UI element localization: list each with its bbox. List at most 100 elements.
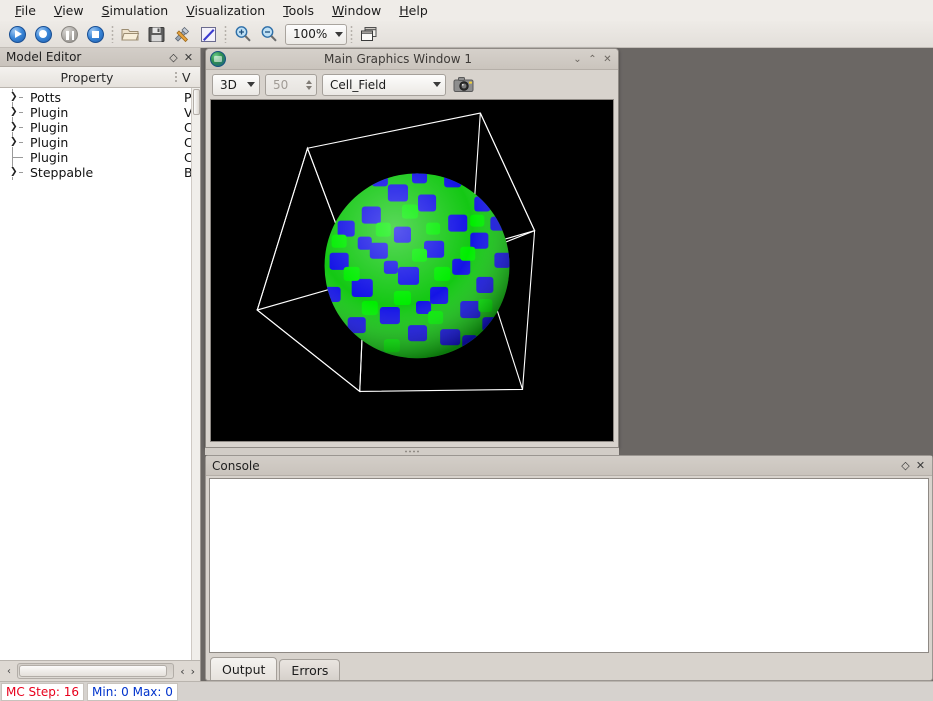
- tree-item-plugin-2[interactable]: ❯Plugin: [0, 120, 191, 135]
- tree-item-plugin-3[interactable]: ❯Plugin: [0, 135, 191, 150]
- camera-icon: [453, 76, 475, 93]
- model-tree-vertical-scrollbar[interactable]: [191, 88, 200, 660]
- console-panel: Console ◇ ✕ Output Errors: [205, 455, 933, 681]
- expand-arrow-icon[interactable]: ❯: [8, 90, 30, 105]
- scrollbar-thumb[interactable]: [19, 665, 167, 677]
- floppy-disk-icon: [148, 26, 165, 43]
- open-folder-icon: [121, 26, 140, 43]
- graphics-canvas-container[interactable]: [210, 99, 614, 442]
- tree-item-plugin-4[interactable]: Plugin: [0, 150, 191, 165]
- graphics-console-splitter[interactable]: [205, 448, 619, 455]
- scroll-left-arrow[interactable]: ‹: [2, 663, 16, 680]
- toolbar-separator: [108, 23, 117, 45]
- graphics-window-titlebar[interactable]: Main Graphics Window 1 ⌄ ⌃ ✕: [206, 49, 618, 70]
- tile-windows-button[interactable]: [356, 22, 382, 46]
- graphics-window-toolbar: 3D 50 Cell_Field: [206, 70, 618, 99]
- min-max-indicator: Min: 0 Max: 0: [87, 683, 178, 701]
- expand-arrow-icon[interactable]: ❯: [8, 135, 30, 150]
- dimension-mode-value: 3D: [220, 78, 241, 92]
- stop-simulation-button[interactable]: [82, 22, 108, 46]
- scrollbar-thumb[interactable]: [193, 89, 200, 115]
- screenshot-button[interactable]: [451, 74, 477, 96]
- magnifier-minus-icon: [260, 25, 278, 43]
- console-title: Console: [212, 459, 898, 473]
- status-bar: MC Step: 16 Min: 0 Max: 0: [0, 681, 933, 701]
- dimension-mode-combobox[interactable]: 3D: [212, 74, 260, 96]
- model-editor-title: Model Editor: [6, 50, 166, 64]
- tree-item-label: Steppable: [30, 165, 191, 180]
- notepad-pencil-icon: [200, 26, 217, 43]
- console-float-button[interactable]: ◇: [898, 458, 913, 473]
- tree-item-label: Plugin: [30, 120, 191, 135]
- open-editor-button[interactable]: [195, 22, 221, 46]
- menu-help[interactable]: Help: [390, 1, 437, 20]
- menu-file[interactable]: File: [6, 1, 45, 20]
- expand-arrow-icon[interactable]: ❯: [8, 105, 30, 120]
- tree-item-label: Potts: [30, 90, 191, 105]
- configure-button[interactable]: [169, 22, 195, 46]
- model-editor-close-button[interactable]: ✕: [181, 50, 196, 65]
- cell-field-3d-render[interactable]: [211, 100, 613, 432]
- tree-item-label: Plugin: [30, 150, 191, 165]
- tab-next-button[interactable]: ›: [188, 665, 198, 678]
- zoom-in-button[interactable]: [230, 22, 256, 46]
- field-select-combobox[interactable]: Cell_Field: [322, 74, 446, 96]
- field-select-value: Cell_Field: [330, 78, 427, 92]
- zoom-out-button[interactable]: [256, 22, 282, 46]
- console-output-area[interactable]: [209, 478, 929, 653]
- model-editor-column-header: Property V: [0, 67, 200, 88]
- console-close-button[interactable]: ✕: [913, 458, 928, 473]
- menu-view[interactable]: View: [45, 1, 93, 20]
- application-window: File View Simulation Visualization Tools…: [0, 0, 933, 701]
- open-file-button[interactable]: [117, 22, 143, 46]
- model-tree-container: ❯Potts❯Plugin❯Plugin❯PluginPlugin❯Steppa…: [0, 88, 200, 660]
- save-button[interactable]: [143, 22, 169, 46]
- tab-output[interactable]: Output: [210, 657, 277, 680]
- slice-index-value: 50: [273, 78, 299, 92]
- tree-item-plugin-1[interactable]: ❯Plugin: [0, 105, 191, 120]
- main-toolbar: 100%: [0, 21, 933, 48]
- main-graphics-window[interactable]: Main Graphics Window 1 ⌄ ⌃ ✕ 3D 50 Cell_…: [205, 48, 619, 448]
- chevron-down-icon: [433, 82, 441, 87]
- tree-item-label: Plugin: [30, 105, 191, 120]
- graphics-minimize-button[interactable]: ⌄: [570, 52, 585, 67]
- model-editor-bottom-bar: ‹ ‹ ›: [0, 660, 200, 681]
- circle-icon: [35, 26, 52, 43]
- console-tab-bar: Output Errors: [206, 653, 932, 680]
- model-editor-float-button[interactable]: ◇: [166, 50, 181, 65]
- model-editor-titlebar: Model Editor ◇ ✕: [0, 48, 200, 67]
- menu-visualization[interactable]: Visualization: [177, 1, 274, 20]
- dock-tab-navigation: ‹ ›: [175, 665, 198, 678]
- toolbar-separator: [347, 23, 356, 45]
- run-simulation-button[interactable]: [4, 22, 30, 46]
- column-header-value[interactable]: V: [178, 70, 200, 85]
- menu-window[interactable]: Window: [323, 1, 390, 20]
- tree-item-potts-0[interactable]: ❯Potts: [0, 90, 191, 105]
- graphics-window-title: Main Graphics Window 1: [226, 52, 570, 66]
- step-simulation-button[interactable]: [30, 22, 56, 46]
- menu-tools[interactable]: Tools: [274, 1, 323, 20]
- wrench-screwdriver-icon: [173, 26, 191, 43]
- column-header-property[interactable]: Property: [0, 70, 174, 85]
- expand-arrow-icon[interactable]: ❯: [8, 120, 30, 135]
- tile-windows-icon: [360, 26, 378, 42]
- tree-item-steppable-5[interactable]: ❯Steppable: [0, 165, 191, 180]
- slice-index-spinbox: 50: [265, 74, 317, 96]
- pause-simulation-button: [56, 22, 82, 46]
- menu-simulation[interactable]: Simulation: [93, 1, 178, 20]
- toolbar-separator: [221, 23, 230, 45]
- magnifier-plus-icon: [234, 25, 252, 43]
- zoom-level-combobox[interactable]: 100%: [285, 24, 347, 45]
- model-tree-horizontal-scrollbar[interactable]: [17, 663, 174, 679]
- graphics-close-button[interactable]: ✕: [600, 52, 615, 67]
- model-tree[interactable]: ❯Potts❯Plugin❯Plugin❯PluginPlugin❯Steppa…: [0, 88, 191, 660]
- tab-prev-button[interactable]: ‹: [177, 665, 187, 678]
- play-icon: [9, 26, 26, 43]
- tab-errors[interactable]: Errors: [279, 659, 340, 680]
- tree-item-label: Plugin: [30, 135, 191, 150]
- model-editor-panel: Model Editor ◇ ✕ Property V ❯Potts❯Plugi…: [0, 48, 201, 681]
- console-titlebar: Console ◇ ✕: [206, 456, 932, 476]
- graphics-maximize-button[interactable]: ⌃: [585, 52, 600, 67]
- expand-arrow-icon[interactable]: ❯: [8, 165, 30, 180]
- spinner-arrows-icon: [303, 80, 314, 90]
